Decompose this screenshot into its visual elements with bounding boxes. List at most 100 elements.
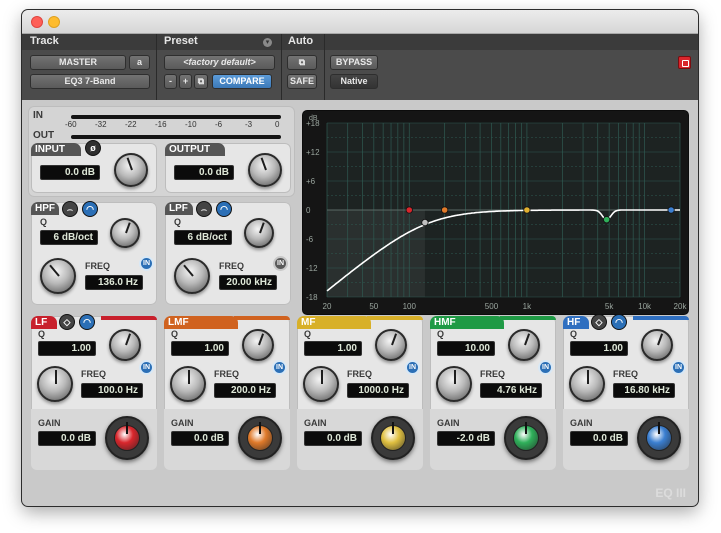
band-in-button[interactable]: IN xyxy=(405,360,420,375)
band-point-mf[interactable] xyxy=(523,206,531,214)
band-q-knob[interactable] xyxy=(508,329,540,361)
band-freq-knob[interactable] xyxy=(303,366,339,402)
band-type-button[interactable]: ◇ xyxy=(591,314,607,330)
band-label: LMF xyxy=(164,316,238,329)
track-label: Track xyxy=(30,35,59,47)
meter-scale-label: -16 xyxy=(155,120,167,129)
band-gain-label: GAIN xyxy=(304,418,327,428)
band-q-display: 1.00 xyxy=(38,341,96,356)
preset-menu-icon[interactable]: ▾ xyxy=(263,38,272,47)
preset-selector[interactable]: <factory default> xyxy=(164,55,275,70)
y-tick-label: +6 xyxy=(306,177,316,186)
plugin-body: IN OUT -60 -32 -22 -16 -10 -6 -3 0 INPUT ø 0.0 … xyxy=(22,100,698,506)
band-label: LF xyxy=(31,316,57,329)
hpf-type-button[interactable]: ⌢ xyxy=(62,201,78,217)
band-gain-knob[interactable] xyxy=(238,416,282,460)
band-gain-display: 0.0 dB xyxy=(171,431,229,446)
lpf-slope-button[interactable]: ◠ xyxy=(216,201,232,217)
output-panel: OUTPUT 0.0 dB xyxy=(165,143,291,193)
y-tick-label: -18 xyxy=(306,293,318,302)
band-freq-knob[interactable] xyxy=(569,366,605,402)
lpf-type-button[interactable]: ⌢ xyxy=(196,201,212,217)
band-gain-label: GAIN xyxy=(570,418,593,428)
safe-button[interactable]: SAFE xyxy=(287,74,317,89)
eq-graph[interactable]: +18 +12 +6 0 -6 -12 -18 dB 20 50 100 500 1k 5k 10k 20k xyxy=(302,110,689,315)
hpf-slope-knob[interactable] xyxy=(110,218,140,248)
header-divider xyxy=(281,34,282,100)
band-point-lf[interactable] xyxy=(405,206,413,214)
insert-selector[interactable]: EQ3 7-Band xyxy=(30,74,150,89)
band-gain-label: GAIN xyxy=(437,418,460,428)
band-in-button[interactable]: IN xyxy=(139,360,154,375)
close-window-button[interactable] xyxy=(31,16,43,28)
band-in-button[interactable]: IN xyxy=(538,360,553,375)
input-label: INPUT xyxy=(31,143,81,156)
header-divider xyxy=(324,34,325,100)
lpf-panel: LPF ⌢ ◠ Q 6 dB/oct FREQ 20.00 kHz IN xyxy=(165,201,291,305)
meter-scale-label: -60 xyxy=(65,120,77,129)
out-meter xyxy=(71,135,281,139)
band-freq-display: 200.0 Hz xyxy=(214,383,276,398)
minimize-window-button[interactable] xyxy=(48,16,60,28)
band-point-hmf[interactable] xyxy=(603,216,611,224)
band-panel-lf: LF ◇ ◠ Q 1.00 FREQ 100.0 Hz IN GAIN 0.0 … xyxy=(31,314,157,470)
band-freq-knob[interactable] xyxy=(436,366,472,402)
band-q-label: Q xyxy=(171,329,179,339)
preset-plus-button[interactable]: + xyxy=(179,74,192,89)
output-gain-knob[interactable] xyxy=(248,153,282,187)
filter-shape-icon: ⌢ xyxy=(67,204,73,214)
lpf-freq-knob[interactable] xyxy=(174,258,210,294)
hpf-freq-knob[interactable] xyxy=(40,258,76,294)
bypass-button[interactable]: BYPASS xyxy=(330,55,378,70)
band-q-knob[interactable] xyxy=(375,329,407,361)
phase-invert-button[interactable]: ø xyxy=(85,140,101,156)
band-freq-knob[interactable] xyxy=(170,366,206,402)
band-color-strip xyxy=(101,316,157,320)
track-slot-selector[interactable]: a xyxy=(129,55,150,70)
y-unit-label: dB xyxy=(309,115,318,122)
band-panel-hf: HF ◇ ◠ Q 1.00 FREQ 16.80 kHz IN GAIN 0.0… xyxy=(563,314,689,470)
hpf-label: HPF xyxy=(31,202,59,215)
band-q-display: 1.00 xyxy=(570,341,628,356)
input-gain-knob[interactable] xyxy=(114,153,148,187)
lpf-in-button[interactable]: IN xyxy=(273,256,288,271)
band-q-knob[interactable] xyxy=(242,329,274,361)
band-point-hpf[interactable] xyxy=(421,218,429,227)
hpf-slope-button[interactable]: ◠ xyxy=(82,201,98,217)
hpf-in-button[interactable]: IN xyxy=(139,256,154,271)
band-gain-knob[interactable] xyxy=(637,416,681,460)
preset-copy-button[interactable]: ⧉ xyxy=(194,74,208,89)
preset-minus-button[interactable]: - xyxy=(164,74,177,89)
band-in-button[interactable]: IN xyxy=(272,360,287,375)
band-panel-lmf: LMF Q 1.00 FREQ 200.0 Hz IN GAIN 0.0 dB xyxy=(164,316,290,470)
plugin-power-icon[interactable] xyxy=(678,56,691,69)
band-gain-knob[interactable] xyxy=(371,416,415,460)
track-selector[interactable]: MASTER xyxy=(30,55,126,70)
band-color-strip xyxy=(500,316,556,320)
band-q-knob[interactable] xyxy=(109,329,141,361)
band-gain-label: GAIN xyxy=(38,418,61,428)
auto-window-button[interactable]: ⧉ xyxy=(287,55,317,70)
band-type-button[interactable]: ◇ xyxy=(59,314,75,330)
band-freq-display: 16.80 kHz xyxy=(613,383,675,398)
band-point-hf[interactable] xyxy=(667,206,675,214)
band-shelf-button[interactable]: ◠ xyxy=(611,314,627,330)
band-label: HF xyxy=(563,316,589,329)
lpf-slope-knob[interactable] xyxy=(244,218,274,248)
output-label: OUTPUT xyxy=(165,143,225,156)
band-freq-knob[interactable] xyxy=(37,366,73,402)
in-meter-label: IN xyxy=(33,110,43,121)
band-in-button[interactable]: IN xyxy=(671,360,686,375)
lpf-label: LPF xyxy=(165,202,193,215)
x-tick-label: 10k xyxy=(638,302,652,311)
band-gain-knob[interactable] xyxy=(105,416,149,460)
band-q-knob[interactable] xyxy=(641,329,673,361)
band-freq-label: FREQ xyxy=(214,369,240,379)
y-tick-label: 0 xyxy=(306,206,311,215)
band-gain-knob[interactable] xyxy=(504,416,548,460)
compare-button[interactable]: COMPARE xyxy=(212,74,272,89)
band-label: MF xyxy=(297,316,371,329)
eq-curve-plot[interactable]: +18+12+60-6-12-18dB20 50 100 500 1k 5k 10k 20k xyxy=(303,111,688,314)
band-point-lmf[interactable] xyxy=(441,206,449,214)
band-shelf-button[interactable]: ◠ xyxy=(79,314,95,330)
